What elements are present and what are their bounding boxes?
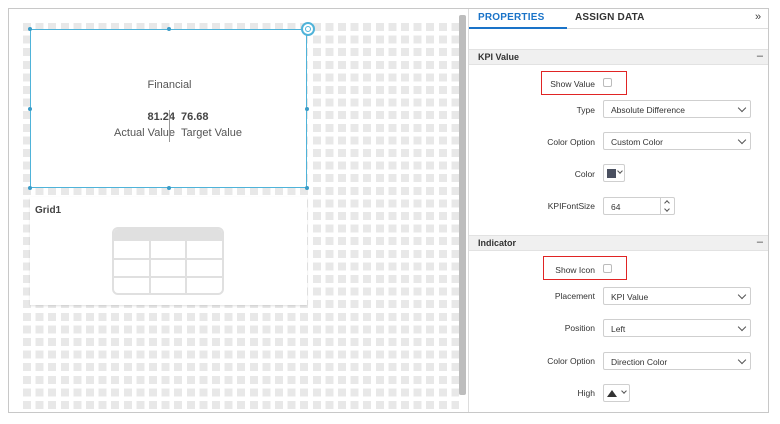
kpi-value-section-header[interactable]: KPI Value – bbox=[469, 49, 768, 65]
spin-down-icon[interactable] bbox=[664, 206, 670, 212]
placement-value: KPI Value bbox=[611, 292, 649, 302]
kpi-separator bbox=[169, 110, 170, 142]
design-canvas[interactable]: Financial 81.24 Actual Value 76.68 Targe… bbox=[9, 9, 459, 412]
chevron-down-icon bbox=[737, 103, 747, 113]
triangle-up-icon bbox=[607, 390, 617, 397]
kpi-font-size-input[interactable]: 64 bbox=[603, 197, 675, 215]
show-icon-label: Show Icon bbox=[555, 265, 595, 275]
indicator-color-option-label: Color Option bbox=[547, 356, 595, 366]
resize-handle-left[interactable] bbox=[28, 107, 32, 111]
collapse-icon[interactable]: – bbox=[757, 50, 763, 62]
collapse-icon[interactable]: – bbox=[757, 236, 763, 248]
kpi-actual-value: 81.24 bbox=[147, 111, 175, 123]
color-option-label: Color Option bbox=[547, 137, 595, 147]
type-value: Absolute Difference bbox=[611, 105, 686, 115]
spin-up-icon[interactable] bbox=[664, 200, 670, 206]
placement-label: Placement bbox=[554, 291, 595, 301]
high-icon-picker[interactable] bbox=[603, 384, 630, 402]
designer-window: Financial 81.24 Actual Value 76.68 Targe… bbox=[8, 8, 769, 413]
resize-handle-right[interactable] bbox=[305, 107, 309, 111]
kpi-font-size-value: 64 bbox=[611, 202, 621, 212]
position-dropdown[interactable]: Left bbox=[603, 319, 751, 337]
grid-title: Grid1 bbox=[35, 205, 62, 216]
kpi-target-label: Target Value bbox=[181, 127, 242, 139]
show-icon-checkbox[interactable] bbox=[603, 264, 612, 273]
grid-widget[interactable]: Grid1 bbox=[30, 197, 307, 305]
chevron-down-icon bbox=[737, 322, 747, 332]
color-option-dropdown[interactable]: Custom Color bbox=[603, 132, 751, 150]
resize-handle-top-left[interactable] bbox=[28, 27, 32, 31]
kpi-target-value: 76.68 bbox=[181, 111, 209, 123]
kpi-font-size-label: KPIFontSize bbox=[547, 201, 595, 211]
chevron-down-icon bbox=[617, 168, 623, 174]
panel-tabs: PROPERTIES ASSIGN DATA » bbox=[469, 9, 768, 29]
indicator-section-header[interactable]: Indicator – bbox=[469, 235, 768, 251]
kpi-title: Financial bbox=[147, 79, 192, 91]
section-title: KPI Value bbox=[478, 52, 520, 62]
resize-handle-top[interactable] bbox=[167, 27, 171, 31]
show-value-checkbox[interactable] bbox=[603, 78, 612, 87]
placement-dropdown[interactable]: KPI Value bbox=[603, 287, 751, 305]
resize-handle-bottom-right[interactable] bbox=[305, 186, 309, 190]
show-value-label: Show Value bbox=[550, 79, 595, 89]
color-picker[interactable] bbox=[603, 164, 625, 182]
section-title: Indicator bbox=[478, 238, 517, 248]
resize-handle-bottom[interactable] bbox=[167, 186, 171, 190]
indicator-color-option-dropdown[interactable]: Direction Color bbox=[603, 352, 751, 370]
resize-handle-bottom-left[interactable] bbox=[28, 186, 32, 190]
chevron-down-icon bbox=[737, 290, 747, 300]
type-dropdown[interactable]: Absolute Difference bbox=[603, 100, 751, 118]
expand-panel-icon[interactable]: » bbox=[755, 11, 761, 23]
high-label: High bbox=[577, 388, 595, 398]
properties-panel: PROPERTIES ASSIGN DATA » KPI Value – Sho… bbox=[468, 9, 768, 412]
color-swatch bbox=[607, 169, 616, 178]
chevron-down-icon bbox=[737, 355, 747, 365]
chevron-down-icon bbox=[737, 135, 747, 145]
chevron-down-icon bbox=[621, 388, 627, 394]
color-option-value: Custom Color bbox=[611, 137, 663, 147]
position-label: Position bbox=[564, 323, 595, 333]
tab-properties[interactable]: PROPERTIES bbox=[478, 12, 544, 23]
active-tab-indicator bbox=[469, 27, 567, 29]
canvas-scrollbar[interactable] bbox=[459, 15, 466, 395]
grid-placeholder-icon bbox=[112, 227, 224, 295]
tab-assign-data[interactable]: ASSIGN DATA bbox=[575, 12, 645, 23]
indicator-color-option-value: Direction Color bbox=[611, 357, 668, 367]
font-size-spinner[interactable] bbox=[660, 198, 674, 214]
color-label: Color bbox=[574, 169, 595, 179]
position-value: Left bbox=[611, 324, 626, 334]
widget-settings-icon[interactable] bbox=[301, 22, 315, 36]
kpi-widget[interactable]: Financial 81.24 Actual Value 76.68 Targe… bbox=[28, 27, 309, 190]
kpi-actual-label: Actual Value bbox=[114, 127, 175, 139]
type-label: Type bbox=[576, 105, 595, 115]
